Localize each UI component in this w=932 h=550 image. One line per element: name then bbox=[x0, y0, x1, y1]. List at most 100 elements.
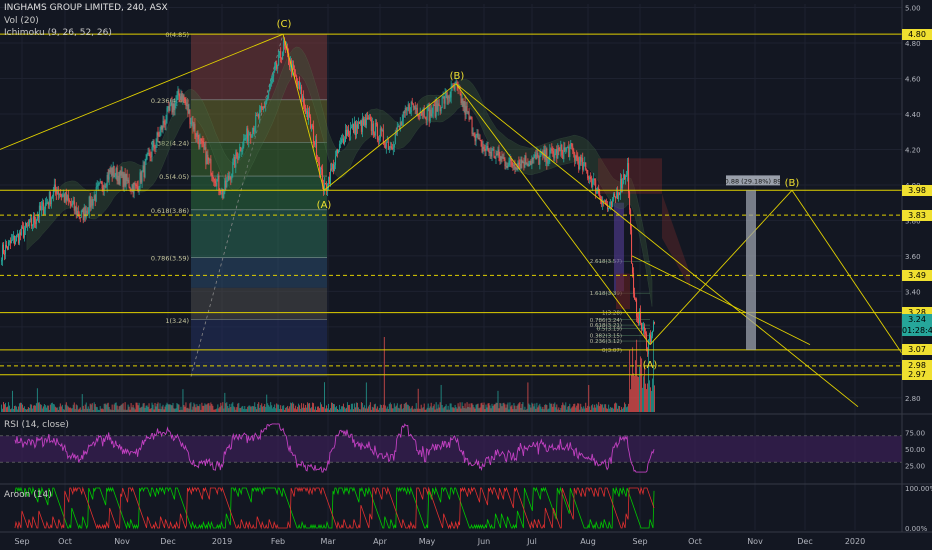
candle-body bbox=[630, 209, 632, 230]
volume-bar bbox=[60, 406, 62, 412]
volume-bar bbox=[604, 404, 606, 412]
price-tag: 2.97 bbox=[902, 369, 932, 381]
volume-bar bbox=[209, 405, 211, 412]
volume-bar bbox=[17, 406, 19, 412]
candle-body bbox=[255, 114, 257, 128]
volume-bar bbox=[166, 402, 168, 412]
candle-body bbox=[51, 196, 53, 198]
candle-body bbox=[376, 123, 378, 140]
candle-body bbox=[555, 149, 557, 154]
volume-bar bbox=[516, 405, 518, 412]
candle-body bbox=[502, 157, 504, 159]
volume-bar bbox=[540, 406, 542, 412]
volume-bar bbox=[575, 407, 577, 412]
volume-bar bbox=[67, 406, 69, 412]
ichimoku-label: Ichimoku (9, 26, 52, 26) bbox=[4, 28, 112, 38]
candle-body bbox=[586, 169, 588, 171]
candle-body bbox=[134, 182, 136, 185]
volume-bar bbox=[45, 407, 47, 412]
volume-bar bbox=[512, 409, 514, 412]
symbol-legend[interactable]: INGHAMS GROUP LIMITED, 240, ASX bbox=[4, 3, 168, 13]
candle-body bbox=[119, 170, 121, 185]
volume-bar bbox=[77, 409, 79, 412]
candle-body bbox=[563, 147, 565, 160]
ichimoku-legend[interactable]: Ichimoku (9, 26, 52, 26) bbox=[4, 28, 112, 38]
volume-bar bbox=[127, 404, 129, 412]
candle-body bbox=[635, 299, 637, 301]
candle-body bbox=[169, 104, 171, 111]
volume-bar bbox=[146, 405, 148, 412]
volume-bar bbox=[52, 403, 54, 412]
volume-bar bbox=[589, 406, 591, 412]
volume-bar bbox=[177, 404, 179, 412]
volume-bar bbox=[347, 405, 349, 412]
volume-bar bbox=[9, 409, 11, 412]
volume-bar bbox=[241, 406, 243, 412]
candle-body bbox=[78, 215, 80, 218]
volume-bar bbox=[528, 403, 530, 412]
candle-body bbox=[600, 196, 602, 199]
volume-bar bbox=[506, 404, 508, 412]
volume-bar bbox=[605, 404, 607, 412]
volume-bar bbox=[611, 407, 613, 412]
volume-bar bbox=[40, 404, 42, 412]
candle-body bbox=[651, 335, 653, 343]
candle-body bbox=[622, 183, 624, 189]
volume-bar bbox=[455, 407, 457, 412]
volume-bar bbox=[174, 408, 176, 412]
rsi-legend[interactable]: RSI (14, close) bbox=[4, 420, 69, 430]
volume-bar bbox=[591, 405, 593, 412]
candle-body bbox=[548, 158, 550, 163]
candle-body bbox=[27, 225, 29, 227]
aroon-legend[interactable]: Aroon (14) bbox=[4, 490, 52, 500]
candle-body bbox=[582, 157, 584, 170]
candle-body bbox=[314, 142, 316, 145]
volume-bar bbox=[576, 405, 578, 412]
candle-body bbox=[167, 106, 169, 109]
volume-bar bbox=[119, 405, 121, 412]
volume-bar bbox=[81, 394, 83, 412]
volume-bar bbox=[530, 407, 532, 412]
wave-label: (A) bbox=[317, 200, 332, 211]
price-tag: 4.80 bbox=[902, 28, 932, 40]
candle-body bbox=[251, 136, 253, 138]
candle-body bbox=[18, 232, 20, 244]
candle-body bbox=[439, 105, 441, 112]
volume-bar bbox=[425, 409, 427, 412]
volume-bar bbox=[117, 409, 119, 412]
volume-bar bbox=[653, 340, 655, 412]
candle-body bbox=[634, 293, 636, 300]
candle-body bbox=[254, 127, 256, 132]
candle-body bbox=[37, 216, 39, 218]
volume-bar bbox=[619, 406, 621, 412]
volume-bar bbox=[134, 409, 136, 412]
candle-body bbox=[432, 104, 434, 114]
volume-bar bbox=[618, 405, 620, 412]
volume-bar bbox=[234, 407, 236, 412]
rsi-band bbox=[0, 435, 902, 463]
candle-body bbox=[214, 180, 216, 184]
volume-bar bbox=[25, 409, 27, 412]
volume-bar bbox=[273, 406, 275, 412]
volume-bar bbox=[359, 409, 361, 412]
volume-bar bbox=[122, 403, 124, 412]
volume-bar bbox=[498, 408, 500, 412]
volume-bar bbox=[279, 408, 281, 412]
volume-bar bbox=[23, 406, 25, 412]
candle-body bbox=[434, 105, 436, 117]
candle-body bbox=[206, 154, 208, 165]
volume-bar bbox=[590, 409, 592, 412]
candle-body bbox=[643, 326, 645, 329]
candle-body bbox=[357, 122, 359, 129]
aroon-tick-label: 0.00% bbox=[905, 525, 928, 533]
volume-bar bbox=[592, 404, 594, 412]
volume-bar bbox=[446, 409, 448, 412]
vol-legend[interactable]: Vol (20) bbox=[4, 16, 39, 26]
candle-body bbox=[173, 103, 175, 111]
candle-body bbox=[129, 187, 131, 189]
candle-body bbox=[374, 123, 376, 136]
volume-bar bbox=[211, 404, 213, 412]
candle-body bbox=[96, 186, 98, 188]
volume-bar bbox=[536, 402, 538, 412]
fib-ext-label: 0.236(3.12) bbox=[590, 339, 622, 345]
